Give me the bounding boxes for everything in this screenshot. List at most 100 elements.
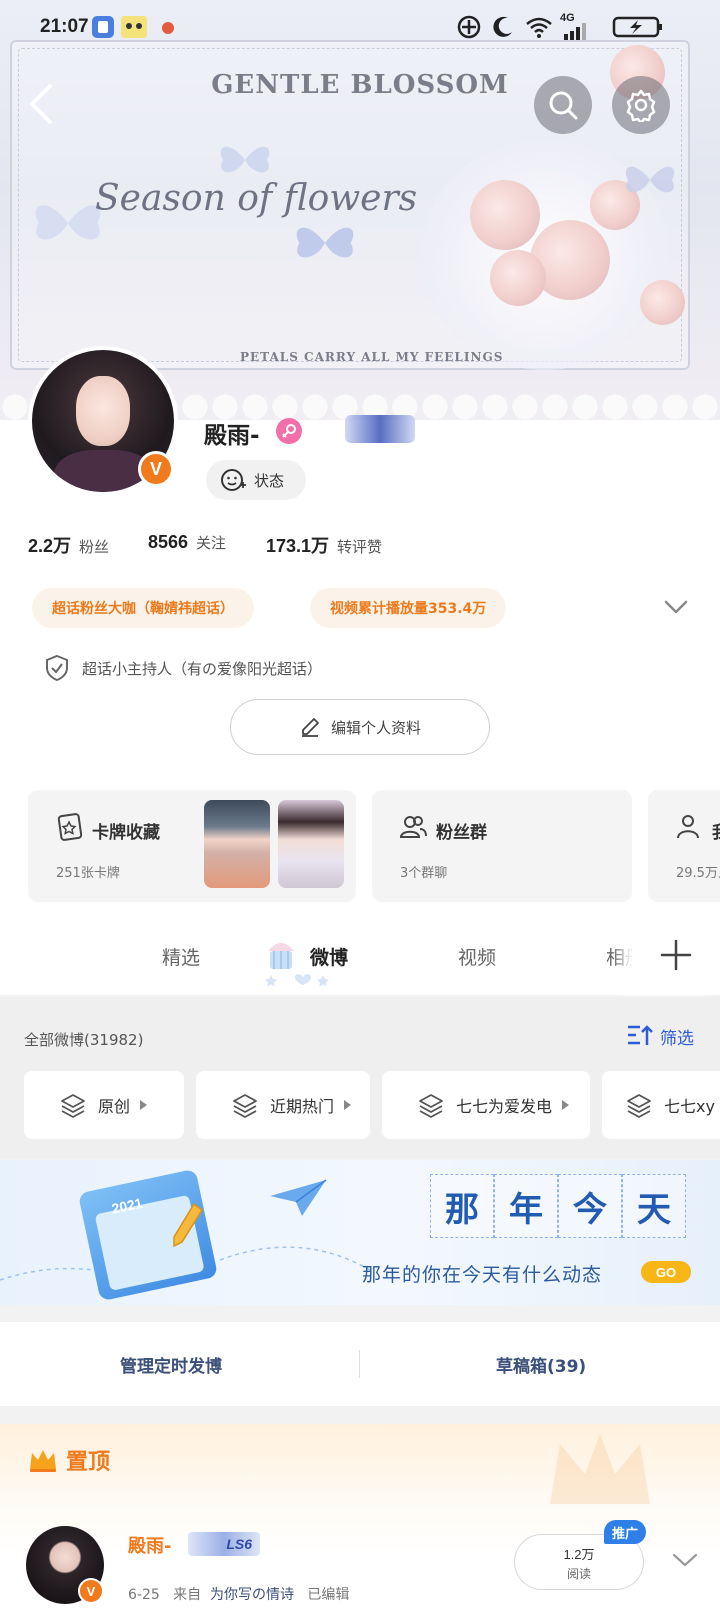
card-thumbnail: [278, 800, 344, 888]
back-arrow-icon[interactable]: [22, 82, 62, 126]
pinned-header: 置顶: [28, 1444, 110, 1476]
user-icon: [677, 815, 699, 839]
layers-icon: [61, 1094, 85, 1118]
chip-qiqi-power[interactable]: 七七为爱发电: [382, 1071, 590, 1139]
banner-script-text: Season of flowers: [95, 178, 418, 219]
chevron-down-icon[interactable]: [662, 596, 690, 618]
chip-label: 七七xy: [664, 1097, 715, 1116]
on-this-day-banner[interactable]: 2021 那 年 今 天 那年的你在今天有什么动态 GO: [0, 1160, 720, 1305]
card-thumbnail: [204, 800, 270, 888]
pencil-icon: [301, 718, 319, 737]
promote-badge[interactable]: 推广: [604, 1520, 646, 1544]
chip-label: 原创: [98, 1097, 131, 1116]
on-this-day-title: 那 年 今 天: [430, 1174, 686, 1238]
settings-button[interactable]: [612, 76, 670, 134]
post-meta: 6-25 来自 为你写の情诗 已编辑: [128, 1587, 350, 1603]
all-posts-count: 全部微博(31982): [24, 1031, 144, 1049]
pinned-post[interactable]: 置顶 V 殿雨- LS6 6-25 来自 为你写の情诗 已编辑 1.2万 阅读 …: [0, 1424, 720, 1612]
female-gender-icon: [276, 418, 302, 444]
card-collection-card[interactable]: 卡牌收藏 251张卡牌: [28, 790, 356, 902]
signal-strength-icon: [564, 23, 586, 40]
filter-icon: [628, 1025, 653, 1045]
gear-icon: [626, 89, 656, 122]
butterfly-icon: [296, 227, 354, 258]
crown-watermark-icon: [550, 1434, 650, 1504]
drafts-button[interactable]: 草稿箱(39): [496, 1352, 586, 1377]
on-this-day-subtitle: 那年的你在今天有什么动态: [362, 1264, 603, 1286]
status-button[interactable]: 状态: [206, 460, 306, 500]
paper-plane-icon: [270, 1179, 327, 1216]
data-saver-icon: [457, 15, 481, 39]
post-author-name[interactable]: 殿雨-: [128, 1532, 171, 1558]
shield-check-icon: [46, 654, 68, 682]
wifi-icon: [526, 17, 552, 38]
rose-decoration: [490, 250, 546, 306]
reads-value: 1.2万: [563, 1547, 595, 1562]
fan-group-card[interactable]: 粉丝群 3个群聊: [372, 790, 632, 902]
card-subtitle: 3个群聊: [400, 866, 448, 881]
tab-featured[interactable]: 精选: [162, 943, 200, 970]
edit-profile-button[interactable]: 编辑个人资料: [230, 699, 490, 755]
card-subtitle: 29.5万人: [676, 866, 720, 881]
scheduled-posts-button[interactable]: 管理定时发博: [120, 1352, 222, 1377]
chip-original[interactable]: 原创: [24, 1071, 184, 1139]
add-tab-button[interactable]: [632, 915, 720, 995]
level-badge: LS6: [188, 1532, 260, 1556]
status-label: 状态: [254, 471, 285, 490]
chip-arrow-icon: [562, 1100, 570, 1110]
do-not-disturb-moon-icon: [493, 16, 512, 37]
followers-stat[interactable]: 2.2万 粉丝: [28, 532, 109, 558]
banner-title: GENTLE BLOSSOM: [211, 70, 509, 100]
layers-icon: [233, 1094, 257, 1118]
third-card[interactable]: 我 29.5万人: [648, 790, 720, 902]
following-stat[interactable]: 8566 关注: [148, 532, 226, 553]
pencil-icon: [173, 1202, 204, 1248]
profile-tabs: 精选 微博 视频 相册: [0, 915, 720, 995]
chip-arrow-icon: [140, 1100, 148, 1110]
chip-arrow-icon: [344, 1100, 352, 1110]
host-line-text: 超话小主持人（有の爱像阳光超话）: [82, 659, 323, 678]
crown-icon: [30, 1450, 56, 1472]
status-time: 21:07: [40, 16, 89, 37]
post-management-row: 管理定时发博 草稿箱(39): [0, 1322, 720, 1406]
verified-badge: V: [138, 451, 174, 487]
status-bar: 21:07 4G: [0, 0, 720, 52]
card-title: 卡牌收藏: [92, 823, 160, 843]
video-plays-tag[interactable]: 视频累计播放量353.4万: [310, 588, 507, 628]
divider: [359, 1350, 360, 1378]
tab-video[interactable]: 视频: [458, 943, 496, 970]
search-button[interactable]: [534, 76, 592, 134]
chip-qiqi-xy[interactable]: 七七xy: [602, 1071, 720, 1139]
butterfly-icon: [625, 166, 675, 193]
chevron-down-icon[interactable]: [670, 1550, 700, 1570]
group-users-icon: [399, 816, 427, 838]
butterfly-icon: [220, 146, 270, 173]
posts-filter-area: 全部微博(31982) 筛选 原创 近期热门 七七为爱发电 七七xy: [0, 997, 720, 1159]
likes-stat[interactable]: 173.1万 转评赞: [266, 532, 382, 558]
layers-icon: [419, 1094, 443, 1118]
tab-weibo[interactable]: 微博: [310, 943, 348, 970]
rose-decoration: [470, 180, 540, 250]
plus-icon: [660, 939, 692, 971]
layers-icon: [627, 1094, 651, 1118]
membership-badge[interactable]: [345, 415, 415, 443]
supertopic-host-line[interactable]: 超话小主持人（有の爱像阳光超话）: [44, 654, 322, 682]
go-button[interactable]: GO: [641, 1261, 691, 1283]
chip-label: 七七为爱发电: [456, 1097, 553, 1116]
supertopic-fan-tag[interactable]: 超话粉丝大咖（鞠婧祎超话）: [32, 588, 254, 628]
chip-recent-hot[interactable]: 近期热门: [196, 1071, 370, 1139]
verified-badge: V: [78, 1578, 104, 1604]
search-icon: [549, 91, 578, 120]
post-source-link[interactable]: 为你写の情诗: [210, 1587, 294, 1603]
pinned-label: 置顶: [66, 1450, 111, 1475]
tab-indicator-decoration: [265, 974, 329, 987]
rose-decoration: [640, 280, 685, 325]
filter-label: 筛选: [660, 1028, 694, 1049]
banner-footer-text: PETALS CARRY ALL MY FEELINGS: [240, 350, 504, 364]
filter-button[interactable]: 筛选: [626, 1023, 694, 1049]
weibo-notification-icon: [162, 22, 174, 34]
card-star-icon: [57, 813, 83, 841]
card-title: 我: [712, 818, 720, 843]
cupcake-icon: [268, 943, 294, 969]
card-subtitle: 251张卡牌: [56, 866, 120, 881]
